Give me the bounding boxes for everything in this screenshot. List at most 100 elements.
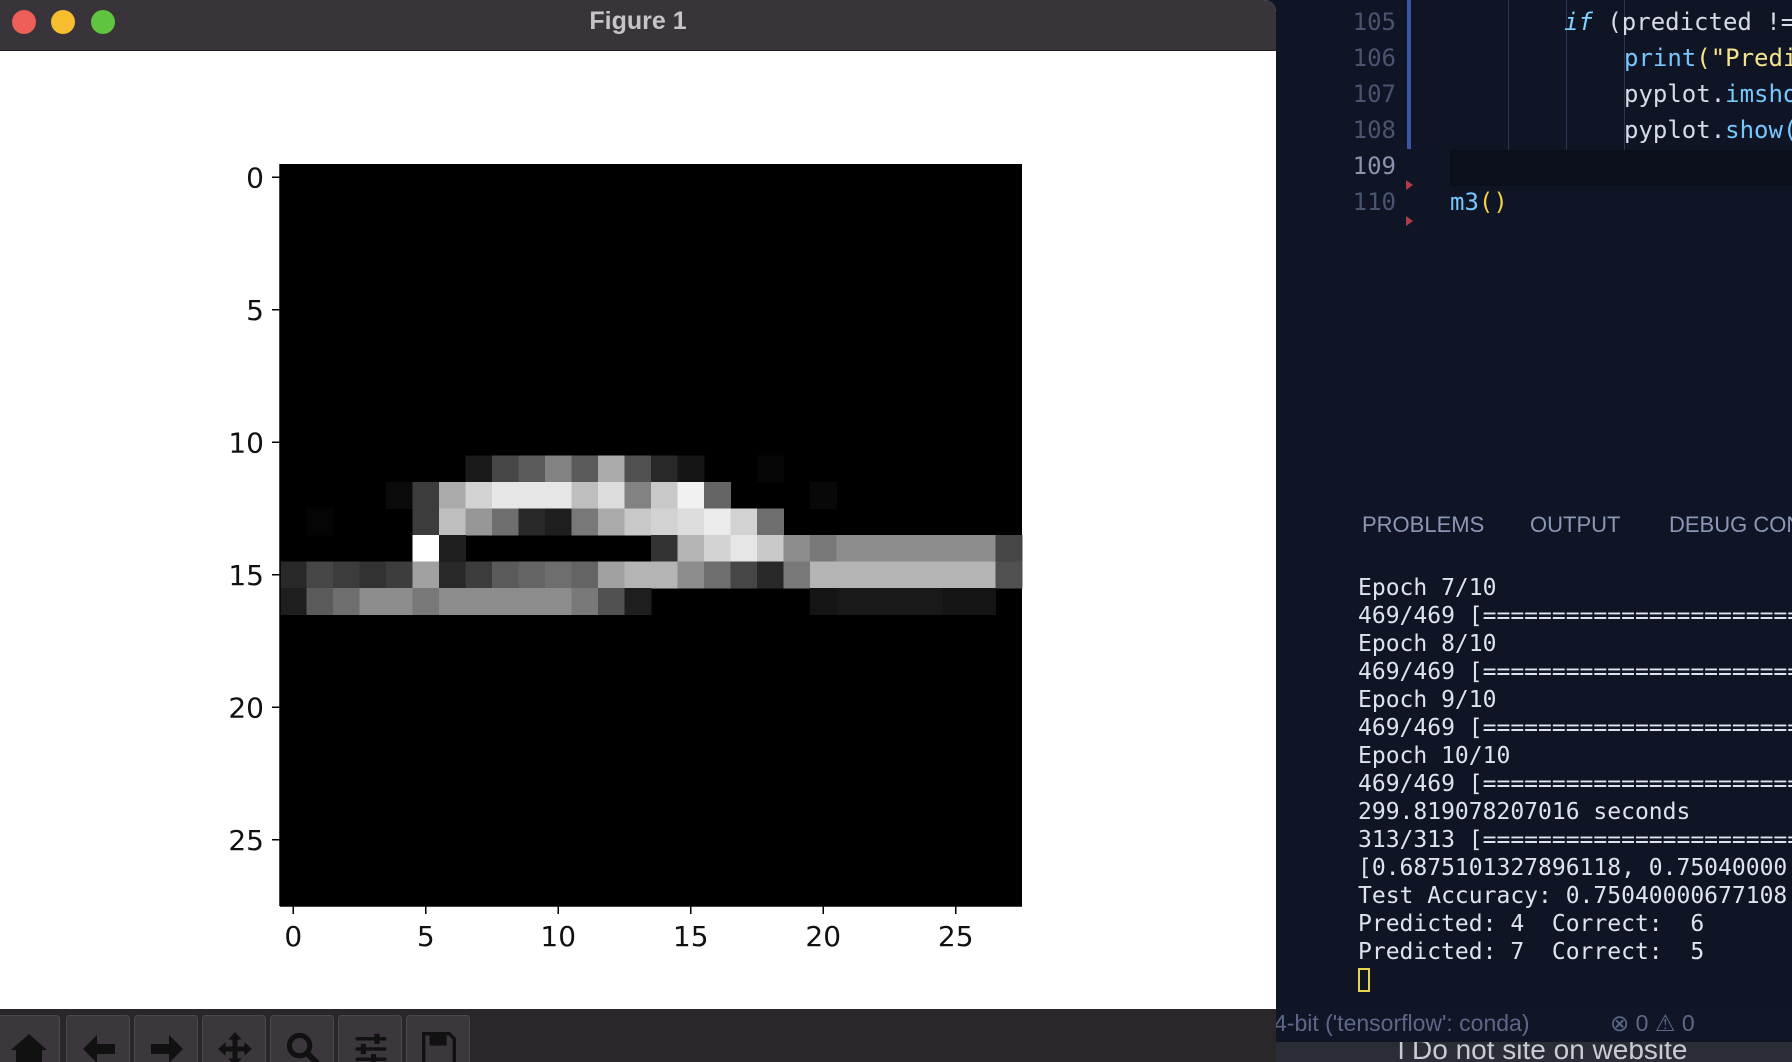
code-function: print (1624, 44, 1697, 72)
line-number: 105 (1352, 8, 1396, 36)
terminal-line: Epoch 8/10 (1358, 631, 1497, 657)
image-pixel (571, 455, 599, 483)
image-pixel (942, 588, 970, 615)
image-pixel (969, 561, 996, 589)
image-pixel (757, 508, 784, 536)
image-pixel (439, 535, 466, 562)
image-pixel (704, 535, 731, 562)
terminal-line: 469/469 [============================== (1358, 603, 1792, 629)
image-pixel (969, 588, 996, 615)
image-pixel (598, 455, 625, 483)
error-count: 0 (1635, 1010, 1649, 1036)
pan-button[interactable] (202, 1015, 266, 1062)
image-pixel (518, 588, 546, 615)
x-tick-label: 0 (284, 920, 302, 953)
image-pixel (518, 508, 546, 536)
image-pixel (439, 508, 466, 536)
code-line[interactable]: pyplot.show( (1624, 116, 1792, 144)
image-pixel (465, 561, 493, 589)
code-line[interactable]: print("Predi (1624, 44, 1792, 72)
image-pixel (730, 508, 758, 536)
image-plot: 0 5 10 15 20 25 0 5 10 15 20 25 (228, 161, 1023, 953)
image-pixel (757, 561, 784, 589)
image-pixel (492, 455, 519, 483)
indent-guide (1508, 0, 1509, 150)
image-pixel (465, 508, 493, 536)
image-pixel (412, 482, 440, 509)
image-pixel (704, 482, 731, 509)
image-pixel (730, 561, 758, 589)
tab-debug-console[interactable]: DEBUG CON (1669, 512, 1792, 538)
fold-marker-icon[interactable] (1406, 216, 1413, 226)
terminal-cursor (1358, 968, 1370, 992)
image-pixel (677, 455, 705, 483)
terminal-line: Epoch 10/10 (1358, 743, 1511, 769)
image-pixel (916, 535, 943, 562)
image-pixel (465, 455, 493, 483)
code-object: pyplot. (1624, 80, 1726, 108)
image-pixel (598, 561, 625, 589)
python-interpreter[interactable]: 4-bit ('tensorflow': conda) (1276, 1010, 1530, 1037)
fold-marker-icon[interactable] (1406, 180, 1413, 190)
image-pixel (995, 561, 1023, 589)
image-pixel (333, 561, 360, 589)
image-pixel (386, 588, 413, 615)
modified-lines-indicator (1407, 0, 1411, 149)
image-pixel (306, 508, 334, 536)
code-string: ("Predi (1696, 44, 1792, 72)
image-pixel (624, 588, 652, 615)
image-pixel (624, 508, 652, 536)
terminal-output[interactable]: Epoch 7/10 469/469 [=====================… (1358, 574, 1792, 966)
zoom-button[interactable] (270, 1015, 334, 1062)
image-pixel (836, 535, 864, 562)
image-pixel (916, 561, 943, 589)
tab-problems[interactable]: PROBLEMS (1362, 512, 1484, 538)
image-pixel (412, 561, 440, 589)
problems-status[interactable]: ⊗ 0 ⚠ 0 (1610, 1010, 1695, 1037)
code-line[interactable]: if (predicted != (1564, 8, 1792, 36)
y-tick-label: 25 (228, 824, 264, 857)
x-tick-label: 20 (805, 920, 841, 953)
image-pixel (757, 535, 784, 562)
image-pixel (810, 588, 837, 615)
back-button[interactable] (66, 1015, 130, 1062)
terminal-line: Predicted: 4 Correct: 6 (1358, 911, 1705, 937)
image-pixel (730, 535, 758, 562)
image-pixel (863, 535, 890, 562)
home-button[interactable] (0, 1015, 60, 1062)
code-object: pyplot. (1624, 116, 1726, 144)
code-function: m3 (1450, 188, 1479, 216)
image-pixel (783, 561, 811, 589)
tab-output[interactable]: OUTPUT (1530, 512, 1620, 538)
image-pixel (677, 508, 705, 536)
image-pixel (757, 455, 784, 483)
home-icon (11, 1034, 47, 1062)
arrow-left-icon (83, 1035, 115, 1062)
image-pixel (545, 588, 572, 615)
line-number: 109 (1352, 152, 1396, 180)
code-line[interactable]: pyplot.imsho (1624, 80, 1792, 108)
arrow-right-icon (151, 1035, 183, 1062)
save-button[interactable] (406, 1015, 470, 1062)
image-pixel (571, 508, 599, 536)
configure-button[interactable] (338, 1015, 402, 1062)
code-editor[interactable]: 105 if (predicted != 106 print("Predi 10… (1276, 0, 1792, 500)
image-pixel (810, 482, 837, 509)
warning-icon: ⚠ (1654, 1010, 1676, 1036)
image-pixel (545, 561, 572, 589)
code-text: (predicted != (1592, 8, 1792, 36)
terminal-line: Epoch 7/10 (1358, 575, 1497, 601)
image-pixel (571, 482, 599, 509)
figure-canvas[interactable]: 0 5 10 15 20 25 0 5 10 15 20 25 (0, 51, 1276, 1009)
image-pixel (836, 588, 864, 615)
code-line[interactable]: m3() (1450, 188, 1508, 216)
image-pixel (386, 482, 413, 509)
x-tick-label: 10 (540, 920, 576, 953)
image-pixel (651, 482, 678, 509)
image-pixel (624, 455, 652, 483)
image-pixel (942, 535, 970, 562)
image-pixel (651, 561, 678, 589)
image-pixel (571, 588, 599, 615)
background-window-strip: l Do not site on website (1276, 1042, 1792, 1062)
forward-button[interactable] (134, 1015, 198, 1062)
